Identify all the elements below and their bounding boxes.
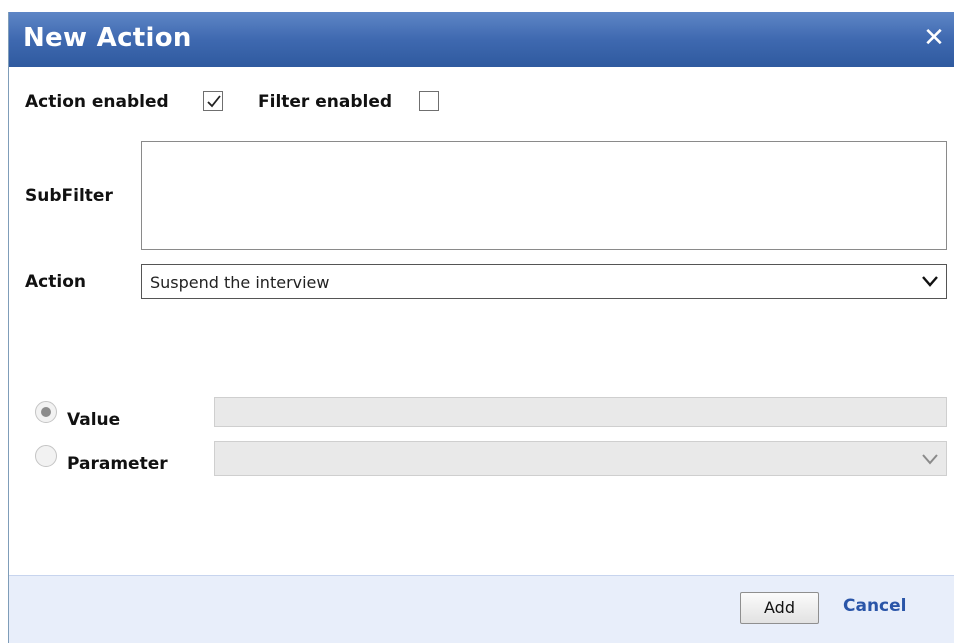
parameter-select[interactable]: [214, 441, 947, 476]
value-label: Value: [67, 410, 121, 430]
filter-enabled-label: Filter enabled: [258, 92, 393, 112]
parameter-radio[interactable]: [35, 445, 57, 467]
action-label: Action: [25, 272, 86, 292]
close-icon[interactable]: ✕: [921, 24, 947, 52]
add-button[interactable]: Add: [740, 592, 819, 624]
new-action-dialog: New Action ✕ Action enabled Filter enabl…: [8, 12, 954, 643]
subfilter-textarea[interactable]: [141, 141, 947, 250]
subfilter-label: SubFilter: [25, 186, 113, 206]
action-enabled-label: Action enabled: [25, 92, 169, 112]
chevron-down-icon: [922, 276, 938, 287]
action-select[interactable]: Suspend the interview: [141, 264, 947, 299]
dialog-title: New Action: [23, 23, 192, 53]
action-selected-value: Suspend the interview: [150, 273, 330, 292]
action-enabled-checkbox[interactable]: [203, 91, 223, 111]
radio-selected-dot: [41, 407, 51, 417]
dialog-titlebar: New Action ✕: [9, 12, 954, 67]
value-input[interactable]: [214, 397, 947, 427]
value-radio[interactable]: [35, 401, 57, 423]
filter-enabled-checkbox[interactable]: [419, 91, 439, 111]
parameter-label: Parameter: [67, 454, 168, 474]
chevron-down-icon: [922, 454, 938, 465]
cancel-button[interactable]: Cancel: [843, 596, 906, 616]
check-icon: [207, 95, 221, 108]
